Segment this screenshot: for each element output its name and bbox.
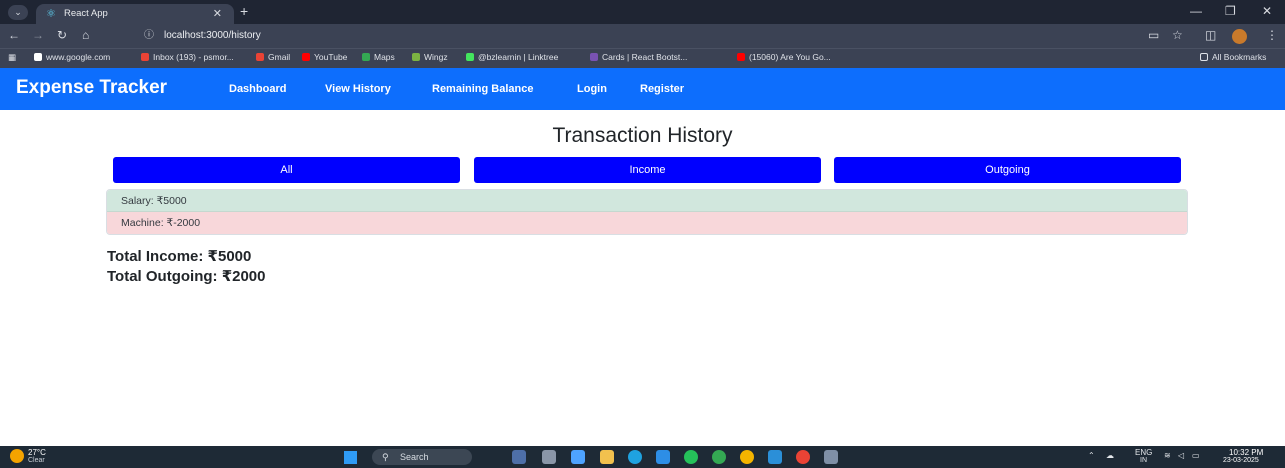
extensions-icon[interactable]: ◫ — [1205, 28, 1216, 42]
chrome-icon[interactable] — [740, 450, 754, 464]
tray-chevron-icon[interactable]: ⌃ — [1088, 451, 1095, 460]
site-info-icon[interactable]: ⓘ — [144, 27, 154, 45]
transaction-list: Salary: ₹5000 Machine: ₹-2000 — [106, 189, 1188, 235]
wingz-icon — [412, 53, 420, 61]
copilot-icon[interactable] — [571, 450, 585, 464]
linktree-icon — [466, 53, 474, 61]
nav-view-history[interactable]: View History — [325, 83, 391, 95]
youtube-icon — [737, 53, 745, 61]
clock-time[interactable]: 10:32 PM — [1229, 448, 1263, 457]
taskbar-search[interactable]: ⚲ Search — [372, 449, 472, 465]
address-bar[interactable]: ⓘ localhost:3000/history — [140, 27, 1110, 45]
nav-remaining-balance[interactable]: Remaining Balance — [432, 83, 533, 95]
cast-icon[interactable]: ▭ — [1148, 28, 1159, 42]
search-icon: ⚲ — [382, 452, 389, 462]
chrome-dev-icon[interactable] — [712, 450, 726, 464]
weather-icon[interactable] — [10, 449, 24, 463]
bookmark-youtube[interactable]: YouTube — [302, 52, 347, 62]
maps-icon — [362, 53, 370, 61]
nav-dashboard[interactable]: Dashboard — [229, 83, 286, 95]
all-bookmarks[interactable]: All Bookmarks — [1200, 52, 1266, 62]
browser-tab[interactable]: ⚛ React App ✕ — [36, 4, 234, 24]
region-indicator[interactable]: IN — [1140, 457, 1147, 464]
bookmark-react-bootstrap[interactable]: Cards | React Bootst... — [590, 52, 687, 62]
apps-grid-icon[interactable]: ▦ — [8, 52, 16, 63]
react-icon: ⚛ — [46, 8, 56, 20]
close-window-icon[interactable]: ✕ — [1262, 4, 1272, 18]
app-navbar: Expense Tracker Dashboard View History R… — [0, 68, 1285, 110]
file-explorer-icon[interactable] — [600, 450, 614, 464]
home-icon[interactable]: ⌂ — [82, 28, 89, 42]
wifi-icon[interactable]: ≋ — [1164, 451, 1171, 460]
volume-icon[interactable]: ◁ — [1178, 451, 1184, 460]
taskbar-search-placeholder: Search — [400, 452, 429, 462]
tab-search-chevron-icon[interactable]: ⌄ — [8, 5, 28, 20]
bookmark-inbox[interactable]: Inbox (193) - psmor... — [141, 52, 234, 62]
reload-icon[interactable]: ↻ — [57, 28, 67, 42]
windows-taskbar: 27°C Clear ⚲ Search ⌃ ☁ ENG IN ≋ ◁ ▭ 10:… — [0, 446, 1285, 468]
filter-income-button[interactable]: Income — [474, 157, 821, 183]
page-title: Transaction History — [552, 124, 733, 147]
url-text: localhost:3000/history — [164, 30, 261, 41]
total-outgoing: Total Outgoing: ₹2000 — [107, 268, 266, 285]
total-income: Total Income: ₹5000 — [107, 248, 252, 265]
back-icon[interactable]: ← — [8, 28, 20, 42]
edge-browser-icon[interactable] — [628, 450, 642, 464]
cloud-icon[interactable]: ☁ — [1106, 451, 1114, 460]
transaction-row-income: Salary: ₹5000 — [107, 190, 1187, 212]
brand-logo[interactable]: Expense Tracker — [16, 77, 167, 99]
bookmark-gmail[interactable]: Gmail — [256, 52, 290, 62]
youtube-icon — [302, 53, 310, 61]
weather-temperature[interactable]: 27°C — [28, 448, 46, 457]
browser-toolbar: ← → ↻ ⌂ ⓘ localhost:3000/history ▭ ☆ ◫ ⋮ — [0, 24, 1285, 48]
filter-all-button[interactable]: All — [113, 157, 460, 183]
nav-login[interactable]: Login — [577, 83, 607, 95]
whatsapp-icon[interactable] — [684, 450, 698, 464]
nav-register[interactable]: Register — [640, 83, 684, 95]
menu-dots-icon[interactable]: ⋮ — [1266, 28, 1278, 42]
minimize-icon[interactable]: — — [1190, 4, 1202, 18]
close-tab-icon[interactable]: ✕ — [213, 4, 222, 24]
weather-description[interactable]: Clear — [28, 457, 45, 464]
app-icon[interactable] — [824, 450, 838, 464]
tab-title: React App — [64, 8, 108, 19]
clock-date[interactable]: 23-03-2025 — [1223, 457, 1259, 464]
gmail-icon — [141, 53, 149, 61]
bookmark-wingz[interactable]: Wingz — [412, 52, 448, 62]
bookmarks-bar: ▦ www.google.com Inbox (193) - psmor... … — [0, 48, 1285, 68]
filter-outgoing-button[interactable]: Outgoing — [834, 157, 1181, 183]
browser-tab-bar: ⌄ ⚛ React App ✕ + — ❐ ✕ — [0, 0, 1285, 24]
widgets-icon[interactable] — [512, 450, 526, 464]
forward-icon[interactable]: → — [32, 28, 44, 42]
bookmark-maps[interactable]: Maps — [362, 52, 395, 62]
folder-icon — [1200, 53, 1208, 61]
task-view-icon[interactable] — [542, 450, 556, 464]
bookmark-google[interactable]: www.google.com — [34, 52, 110, 62]
bootstrap-icon — [590, 53, 598, 61]
gmail-icon — [256, 53, 264, 61]
microsoft-store-icon[interactable] — [656, 450, 670, 464]
language-indicator[interactable]: ENG — [1135, 448, 1152, 457]
restore-icon[interactable]: ❐ — [1225, 4, 1236, 18]
windows-start-icon[interactable] — [344, 451, 357, 464]
transaction-row-outgoing: Machine: ₹-2000 — [107, 212, 1187, 234]
vscode-icon[interactable] — [768, 450, 782, 464]
battery-icon[interactable]: ▭ — [1192, 451, 1200, 460]
new-tab-icon[interactable]: + — [240, 3, 248, 19]
bookmark-star-icon[interactable]: ☆ — [1172, 28, 1183, 42]
profile-avatar[interactable] — [1232, 29, 1247, 44]
google-icon — [34, 53, 42, 61]
bookmark-youtube-video[interactable]: (15060) Are You Go... — [737, 52, 831, 62]
chrome-profile-icon[interactable] — [796, 450, 810, 464]
bookmark-linktree[interactable]: @bzlearnin | Linktree — [466, 52, 558, 62]
